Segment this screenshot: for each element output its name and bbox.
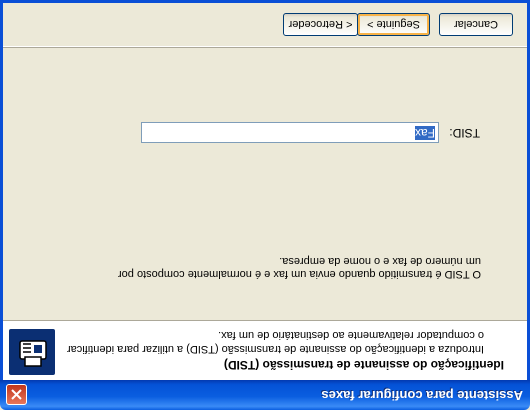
title-bar[interactable]: Assistente para configurar faxes	[0, 380, 530, 410]
cancel-button[interactable]: Cancelar	[439, 13, 513, 36]
fax-wizard-icon	[9, 329, 55, 375]
tsid-description: O TSID é transmitido quando envia um fax…	[118, 255, 481, 280]
tsid-input[interactable]: Fax	[141, 122, 439, 143]
window-border-bottom	[0, 0, 530, 3]
wizard-content: O TSID é transmitido quando envia um fax…	[3, 50, 527, 320]
close-button[interactable]	[6, 384, 27, 405]
window-title: Assistente para configurar faxes	[321, 388, 523, 403]
close-icon	[11, 389, 22, 400]
fax-wizard-window: Assistente para configurar faxes Identif…	[0, 0, 530, 410]
tsid-label: TSID:	[449, 126, 480, 140]
header-title: Identificação do assinante de transmissã…	[223, 358, 504, 372]
header-subtitle: Introduza a identificação do assinante d…	[67, 329, 484, 355]
back-button[interactable]: < Retroceder	[283, 13, 358, 36]
tsid-value: Fax	[414, 126, 435, 140]
wizard-header: Identificação do assinante de transmissã…	[3, 320, 527, 380]
button-separator	[3, 46, 527, 48]
next-button[interactable]: Seguinte >	[357, 13, 430, 36]
